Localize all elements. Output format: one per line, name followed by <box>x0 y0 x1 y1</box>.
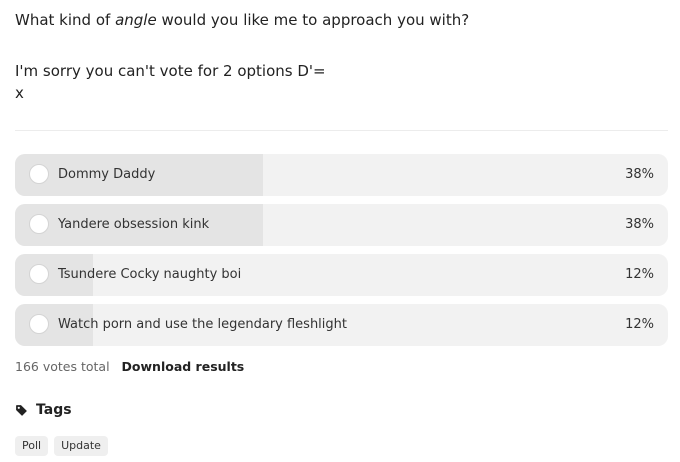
tag-update[interactable]: Update <box>54 436 108 456</box>
download-results-link[interactable]: Download results <box>122 359 245 374</box>
poll-option-label: Dommy Daddy <box>58 167 156 182</box>
question-suffix: would you like me to approach you with? <box>156 11 470 29</box>
poll-option-label: Watch porn and use the legendary fleshli… <box>58 317 347 332</box>
poll-option-percent: 38% <box>625 167 654 182</box>
poll-option-percent: 38% <box>625 217 654 232</box>
question-prefix: What kind of <box>15 11 116 29</box>
question-emphasis: angle <box>115 11 157 29</box>
divider <box>15 130 668 131</box>
poll-option[interactable]: Tsundere Cocky naughty boi 12% <box>15 254 668 296</box>
tag-icon <box>16 404 27 416</box>
radio-button[interactable] <box>29 264 49 284</box>
poll-option-label: Tsundere Cocky naughty boi <box>58 267 242 282</box>
poll-option-percent: 12% <box>625 317 654 332</box>
radio-button[interactable] <box>29 314 49 334</box>
poll-option[interactable]: Watch porn and use the legendary fleshli… <box>15 304 668 346</box>
poll-option[interactable]: Yandere obsession kink 38% <box>15 204 668 246</box>
apology-text: I'm sorry you can't vote for 2 options D… <box>15 62 326 80</box>
poll: Dommy Daddy 38% Yandere obsession kink 3… <box>15 154 668 354</box>
closing-text: x <box>15 84 24 102</box>
poll-question: What kind of angle would you like me to … <box>15 8 670 32</box>
radio-button[interactable] <box>29 164 49 184</box>
poll-footer: 166 votes total Download results <box>15 358 244 376</box>
radio-button[interactable] <box>29 214 49 234</box>
tag-poll[interactable]: Poll <box>15 436 49 456</box>
poll-option[interactable]: Dommy Daddy 38% <box>15 154 668 196</box>
tags-heading: Tags <box>36 402 72 418</box>
post-body: What kind of angle would you like me to … <box>15 8 670 103</box>
tag-list: Poll Update <box>15 436 114 456</box>
poll-option-label: Yandere obsession kink <box>58 217 210 232</box>
tags-header: Tags <box>15 402 72 418</box>
votes-total: 166 votes total <box>15 359 110 374</box>
poll-option-percent: 12% <box>625 267 654 282</box>
